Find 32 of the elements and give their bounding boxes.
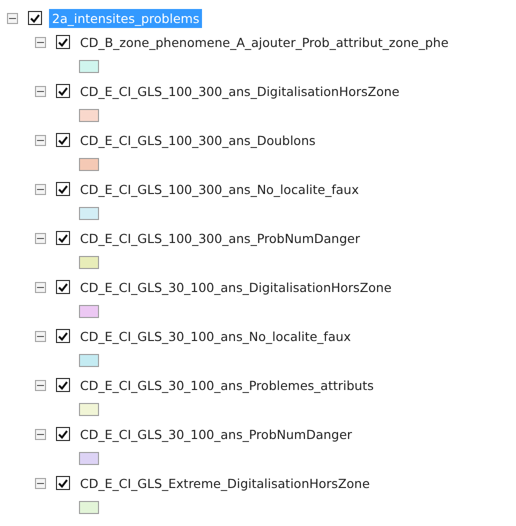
checkbox[interactable] — [56, 280, 70, 294]
checkbox[interactable] — [56, 231, 70, 245]
checkbox[interactable] — [56, 84, 70, 98]
checkbox[interactable] — [28, 11, 42, 25]
layer-name[interactable]: CD_E_CI_GLS_30_100_ans_No_localite_faux — [77, 326, 354, 346]
layer-name[interactable]: CD_E_CI_GLS_30_100_ans_Problemes_attributs — [77, 376, 377, 394]
checkbox[interactable] — [56, 476, 70, 490]
layer-name[interactable]: CD_E_CI_GLS_Extreme_DigitalisationHorsZone — [77, 474, 373, 492]
checkbox[interactable] — [56, 133, 70, 147]
collapse-button[interactable] — [35, 282, 46, 292]
layer-name[interactable]: CD_B_zone_phenomene_A_ajouter_Prob_attribut_zone_phe — [77, 32, 452, 52]
collapse-button[interactable] — [7, 12, 18, 24]
layer-name[interactable]: CD_E_CI_GLS_30_100_ans_DigitalisationHorsZone — [77, 278, 395, 296]
checkbox[interactable] — [56, 35, 70, 49]
layer-name[interactable]: CD_E_CI_GLS_100_300_ans_No_localite_faux — [77, 180, 362, 198]
checkbox[interactable] — [56, 329, 70, 343]
layer-name[interactable]: CD_E_CI_GLS_100_300_ans_DigitalisationHorsZone — [77, 82, 402, 100]
checkbox[interactable] — [56, 182, 70, 196]
layer-name[interactable]: CD_E_CI_GLS_100_300_ans_Doublons — [77, 130, 318, 150]
collapse-button[interactable] — [35, 232, 46, 244]
collapse-button[interactable] — [35, 86, 46, 96]
collapse-button[interactable] — [35, 380, 46, 390]
collapse-button[interactable] — [35, 36, 46, 48]
layer-name[interactable]: CD_E_CI_GLS_30_100_ans_ProbNumDanger — [77, 424, 356, 444]
collapse-button[interactable] — [35, 184, 46, 194]
collapse-button[interactable] — [35, 134, 46, 146]
checkbox[interactable] — [56, 378, 70, 392]
collapse-button[interactable] — [35, 428, 46, 440]
layer-name[interactable]: CD_E_CI_GLS_100_300_ans_ProbNumDanger — [77, 228, 363, 248]
collapse-button[interactable] — [35, 478, 46, 488]
checkbox[interactable] — [56, 427, 70, 441]
collapse-button[interactable] — [35, 330, 46, 342]
